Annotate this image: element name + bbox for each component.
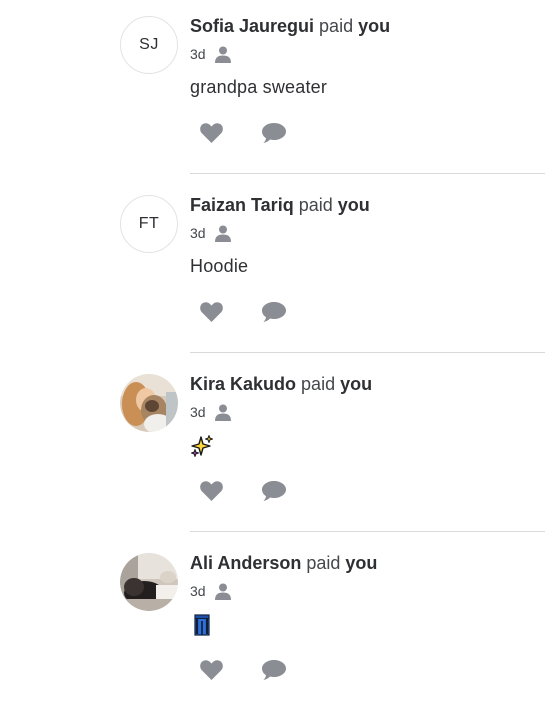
payment-note: Hoodie [190,256,249,276]
feed-story[interactable]: SJ Sofia Jauregui paid you 3d grandpa sw… [0,0,545,179]
feed-story[interactable]: Ali Anderson paid you 3d [0,537,545,705]
story-headline: Ali Anderson paid you [190,553,377,574]
story-actions [198,120,287,146]
sparkles-emoji-icon [190,434,214,458]
payee-name: you [340,374,373,394]
heart-icon [199,660,223,680]
person-icon [214,582,232,600]
divider [190,531,545,532]
comment-button[interactable] [261,120,287,146]
story-meta: 3d [190,45,232,63]
like-button[interactable] [198,478,224,504]
timestamp: 3d [190,404,206,420]
feed-story[interactable]: Kira Kakudo paid you 3d [0,358,545,537]
payee-name: you [358,16,391,36]
profile-photo [120,374,178,432]
payment-note: grandpa sweater [190,77,328,97]
speech-bubble-icon [262,302,286,322]
payee-name: you [345,553,378,573]
payer-name[interactable]: Kira Kakudo [190,374,296,394]
profile-photo [120,553,178,611]
story-meta: 3d [190,403,232,421]
payer-name[interactable]: Faizan Tariq [190,195,294,215]
timestamp: 3d [190,225,206,241]
story-meta: 3d [190,582,232,600]
payer-name[interactable]: Sofia Jauregui [190,16,314,36]
person-icon [214,45,232,63]
story-actions [198,299,287,325]
avatar-initials[interactable]: SJ [120,16,178,74]
speech-bubble-icon [262,660,286,680]
timestamp: 3d [190,46,206,62]
like-button[interactable] [198,120,224,146]
story-meta: 3d [190,224,232,242]
like-button[interactable] [198,299,224,325]
payee-name: you [337,195,370,215]
action-verb: paid [298,195,333,215]
comment-button[interactable] [261,299,287,325]
action-verb: paid [319,16,354,36]
heart-icon [199,481,223,501]
feed-story[interactable]: FT Faizan Tariq paid you 3d Hoodie [0,179,545,358]
story-headline: Kira Kakudo paid you [190,374,372,395]
avatar-photo[interactable] [120,553,178,611]
story-actions [198,478,287,504]
avatar-initials[interactable]: FT [120,195,178,253]
speech-bubble-icon [262,481,286,501]
story-actions [198,657,287,683]
story-headline: Sofia Jauregui paid you [190,16,390,37]
action-verb: paid [301,374,336,394]
speech-bubble-icon [262,123,286,143]
comment-button[interactable] [261,657,287,683]
avatar-photo[interactable] [120,374,178,432]
heart-icon [199,123,223,143]
story-headline: Faizan Tariq paid you [190,195,370,216]
payment-feed: SJ Sofia Jauregui paid you 3d grandpa sw… [0,0,545,705]
person-icon [214,224,232,242]
payer-name[interactable]: Ali Anderson [190,553,301,573]
person-icon [214,403,232,421]
action-verb: paid [306,553,341,573]
heart-icon [199,302,223,322]
timestamp: 3d [190,583,206,599]
divider [190,352,545,353]
divider [190,173,545,174]
jeans-emoji-icon [190,613,214,637]
like-button[interactable] [198,657,224,683]
comment-button[interactable] [261,478,287,504]
